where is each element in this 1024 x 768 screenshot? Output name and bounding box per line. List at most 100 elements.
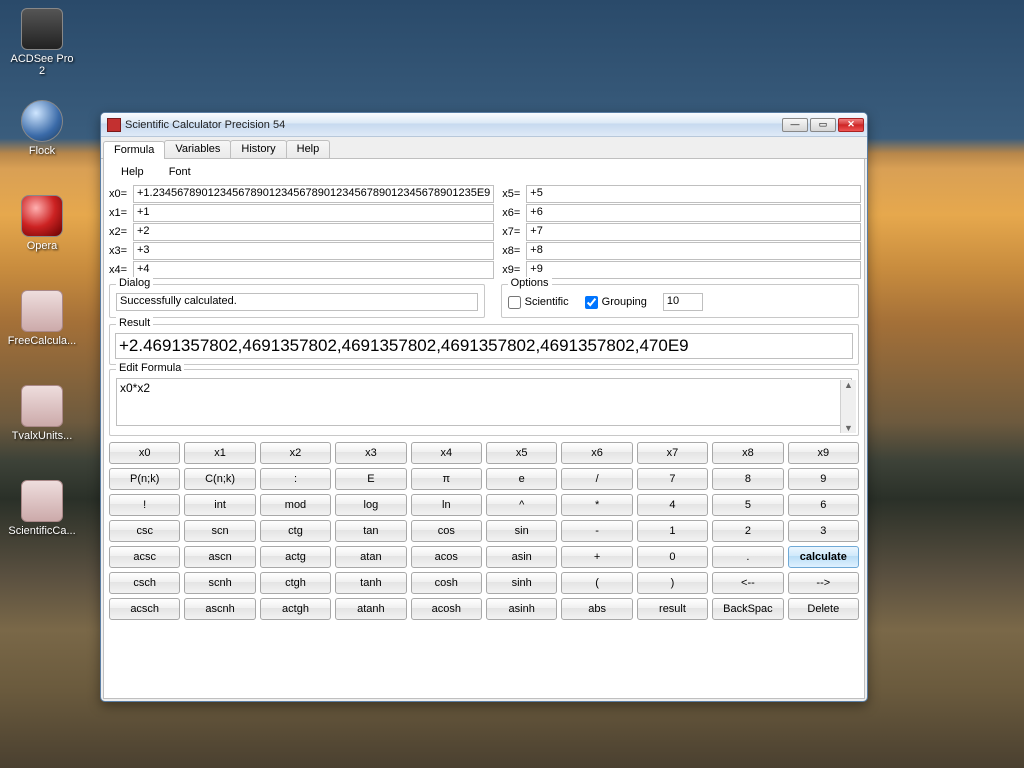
window-titlebar[interactable]: Scientific Calculator Precision 54 — ▭ ✕ [101, 113, 867, 137]
var-field-x1[interactable]: +1 [133, 204, 494, 222]
key-tanh[interactable]: tanh [335, 572, 406, 594]
key-asinh[interactable]: asinh [486, 598, 557, 620]
key-mod[interactable]: mod [260, 494, 331, 516]
key-9[interactable]: 9 [788, 468, 859, 490]
scroll-up-icon[interactable]: ▲ [841, 380, 856, 390]
key-result[interactable]: result [637, 598, 708, 620]
key-sinh[interactable]: sinh [486, 572, 557, 594]
key-x9[interactable]: x9 [788, 442, 859, 464]
key-x2[interactable]: x2 [260, 442, 331, 464]
menu-font[interactable]: Font [169, 166, 191, 178]
key-_[interactable]: π [411, 468, 482, 490]
key-6[interactable]: 6 [788, 494, 859, 516]
key-ascnh[interactable]: ascnh [184, 598, 255, 620]
formula-scrollbar[interactable]: ▲ ▼ [840, 380, 856, 433]
key-log[interactable]: log [335, 494, 406, 516]
key-tan[interactable]: tan [335, 520, 406, 542]
key-abs[interactable]: abs [561, 598, 632, 620]
maximize-button[interactable]: ▭ [810, 118, 836, 132]
key-7[interactable]: 7 [637, 468, 708, 490]
key-cos[interactable]: cos [411, 520, 482, 542]
key-cosh[interactable]: cosh [411, 572, 482, 594]
formula-input[interactable] [116, 378, 852, 426]
key-x8[interactable]: x8 [712, 442, 783, 464]
key-x1[interactable]: x1 [184, 442, 255, 464]
grouping-size-field[interactable]: 10 [663, 293, 703, 311]
key-actg[interactable]: actg [260, 546, 331, 568]
key-x7[interactable]: x7 [637, 442, 708, 464]
key-ascn[interactable]: ascn [184, 546, 255, 568]
key-e[interactable]: e [486, 468, 557, 490]
key-x5[interactable]: x5 [486, 442, 557, 464]
key-8[interactable]: 8 [712, 468, 783, 490]
desktop-icon-opera[interactable]: Opera [6, 195, 78, 252]
key-_[interactable]: ^ [486, 494, 557, 516]
key-scn[interactable]: scn [184, 520, 255, 542]
key-1[interactable]: 1 [637, 520, 708, 542]
key-C_n_k_[interactable]: C(n;k) [184, 468, 255, 490]
key-_[interactable]: * [561, 494, 632, 516]
key-_[interactable]: <-- [712, 572, 783, 594]
key-ctg[interactable]: ctg [260, 520, 331, 542]
scroll-down-icon[interactable]: ▼ [841, 423, 856, 433]
key-acsc[interactable]: acsc [109, 546, 180, 568]
key-asin[interactable]: asin [486, 546, 557, 568]
key-csch[interactable]: csch [109, 572, 180, 594]
tab-help[interactable]: Help [286, 140, 331, 158]
var-field-x3[interactable]: +3 [133, 242, 494, 260]
key-Delete[interactable]: Delete [788, 598, 859, 620]
desktop-icon-flock[interactable]: Flock [6, 100, 78, 157]
var-field-x8[interactable]: +8 [526, 242, 861, 260]
key-_[interactable]: --> [788, 572, 859, 594]
key-acos[interactable]: acos [411, 546, 482, 568]
key-BackSpac[interactable]: BackSpac [712, 598, 783, 620]
key-_[interactable]: : [260, 468, 331, 490]
var-field-x4[interactable]: +4 [133, 261, 494, 279]
key-0[interactable]: 0 [637, 546, 708, 568]
key-actgh[interactable]: actgh [260, 598, 331, 620]
key-_[interactable]: ( [561, 572, 632, 594]
key-_[interactable]: ! [109, 494, 180, 516]
desktop-icon-tvalx[interactable]: TvalxUnits... [6, 385, 78, 442]
var-field-x5[interactable]: +5 [526, 185, 861, 203]
desktop-icon-freecalc[interactable]: FreeCalcula... [6, 290, 78, 347]
var-field-x0[interactable]: +1.2345678901234567890123456789012345678… [133, 185, 494, 203]
close-button[interactable]: ✕ [838, 118, 864, 132]
key-ctgh[interactable]: ctgh [260, 572, 331, 594]
key-x0[interactable]: x0 [109, 442, 180, 464]
var-field-x6[interactable]: +6 [526, 204, 861, 222]
key-calculate[interactable]: calculate [788, 546, 859, 568]
key-acsch[interactable]: acsch [109, 598, 180, 620]
key-int[interactable]: int [184, 494, 255, 516]
key-_[interactable]: / [561, 468, 632, 490]
var-field-x7[interactable]: +7 [526, 223, 861, 241]
var-field-x9[interactable]: +9 [526, 261, 861, 279]
key-scnh[interactable]: scnh [184, 572, 255, 594]
tab-formula[interactable]: Formula [103, 141, 165, 159]
key-P_n_k_[interactable]: P(n;k) [109, 468, 180, 490]
key-x4[interactable]: x4 [411, 442, 482, 464]
key-_[interactable]: + [561, 546, 632, 568]
minimize-button[interactable]: — [782, 118, 808, 132]
key-E[interactable]: E [335, 468, 406, 490]
var-field-x2[interactable]: +2 [133, 223, 494, 241]
scientific-checkbox[interactable]: Scientific [508, 296, 569, 309]
key-acosh[interactable]: acosh [411, 598, 482, 620]
key-4[interactable]: 4 [637, 494, 708, 516]
key-x3[interactable]: x3 [335, 442, 406, 464]
key-x6[interactable]: x6 [561, 442, 632, 464]
desktop-icon-scicalc[interactable]: ScientificCa... [6, 480, 78, 537]
key-3[interactable]: 3 [788, 520, 859, 542]
key-_[interactable]: ) [637, 572, 708, 594]
tab-history[interactable]: History [230, 140, 286, 158]
key-_[interactable]: - [561, 520, 632, 542]
key-2[interactable]: 2 [712, 520, 783, 542]
key-csc[interactable]: csc [109, 520, 180, 542]
key-atanh[interactable]: atanh [335, 598, 406, 620]
menu-help[interactable]: Help [121, 166, 144, 178]
key-5[interactable]: 5 [712, 494, 783, 516]
key-_[interactable]: . [712, 546, 783, 568]
key-atan[interactable]: atan [335, 546, 406, 568]
grouping-checkbox[interactable]: Grouping [585, 296, 647, 309]
tab-variables[interactable]: Variables [164, 140, 231, 158]
